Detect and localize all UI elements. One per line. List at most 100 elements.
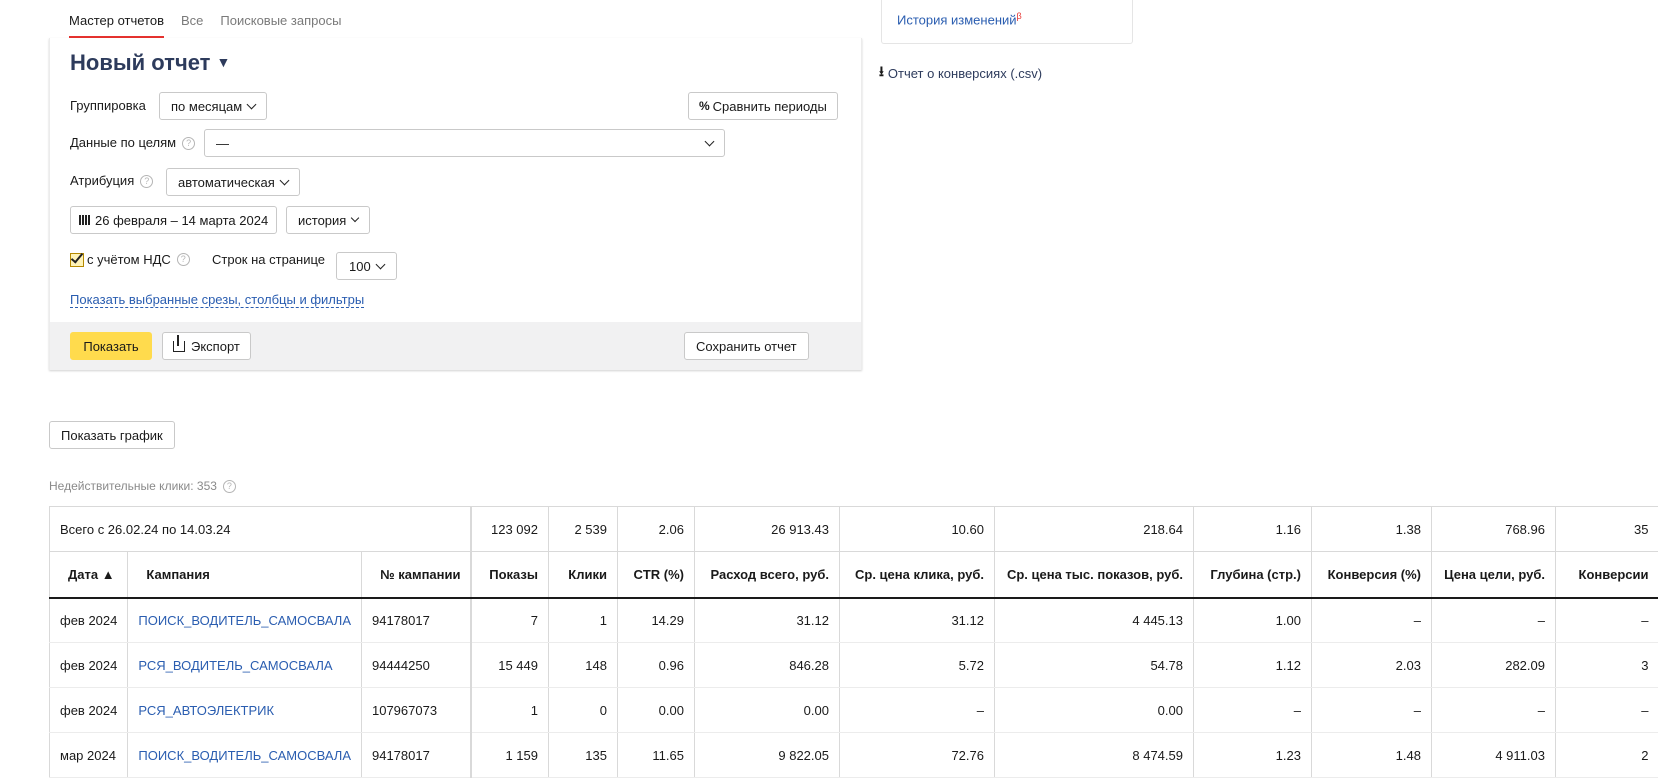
cell-impressions: 15 449 bbox=[470, 642, 549, 688]
col-depth[interactable]: Глубина (стр.) bbox=[1192, 551, 1312, 599]
cell-clicks: 135 bbox=[547, 732, 618, 778]
cell-date: мар 2024 bbox=[48, 732, 128, 778]
show-filters-link[interactable]: Показать выбранные срезы, столбцы и филь… bbox=[70, 292, 365, 308]
calendar-icon bbox=[79, 215, 91, 225]
cell-cpc: – bbox=[838, 687, 995, 733]
history-select[interactable]: история bbox=[286, 206, 371, 234]
cell-campaign-id: 107967073 bbox=[360, 687, 472, 733]
cell-impressions: 1 159 bbox=[470, 732, 549, 778]
grouping-label: Группировка bbox=[70, 98, 146, 113]
cell-impressions: 1 bbox=[470, 687, 549, 733]
cell-ctr: 11.65 bbox=[616, 732, 695, 778]
cell-conversion-rate: – bbox=[1310, 597, 1432, 643]
report-title[interactable]: Новый отчет ▼ bbox=[70, 50, 230, 76]
attribution-select[interactable]: автоматическая bbox=[166, 168, 300, 196]
campaign-link[interactable]: ПОИСК_ВОДИТЕЛЬ_САМОСВАЛА bbox=[127, 597, 362, 643]
cell-ctr: 0.96 bbox=[616, 642, 695, 688]
goals-select[interactable]: — bbox=[204, 129, 725, 157]
cell-cpm: 54.78 bbox=[993, 642, 1194, 688]
cell-depth: 1.23 bbox=[1192, 732, 1312, 778]
conversions-csv-link[interactable]: ⭳ Отчет о конверсиях (.csv) bbox=[879, 61, 1042, 85]
total-conversion-rate: 1.38 bbox=[1310, 506, 1432, 552]
cell-ctr: 14.29 bbox=[616, 597, 695, 643]
cell-spend: 846.28 bbox=[693, 642, 840, 688]
tab-search-queries[interactable]: Поисковые запросы bbox=[220, 13, 341, 37]
total-impressions: 123 092 bbox=[470, 506, 549, 552]
history-box: История измененийβ bbox=[881, 0, 1133, 44]
help-icon: ? bbox=[182, 137, 196, 150]
col-ctr[interactable]: CTR (%) bbox=[616, 551, 695, 599]
campaign-link[interactable]: ПОИСК_ВОДИТЕЛЬ_САМОСВАЛА bbox=[127, 732, 362, 778]
cell-cpc: 31.12 bbox=[838, 597, 995, 643]
cell-campaign-id: 94178017 bbox=[360, 597, 472, 643]
campaign-link[interactable]: РСЯ_АВТОЭЛЕКТРИК bbox=[127, 687, 362, 733]
history-link[interactable]: История измененийβ bbox=[897, 11, 1022, 27]
cell-spend: 0.00 bbox=[693, 687, 840, 733]
totals-label: Всего с 26.02.24 по 14.03.24 bbox=[49, 506, 472, 552]
help-icon: ? bbox=[176, 253, 190, 266]
cell-depth: 1.12 bbox=[1192, 642, 1312, 688]
help-icon: ? bbox=[140, 175, 154, 188]
col-conversions[interactable]: Конверсии bbox=[1554, 551, 1659, 599]
col-cpc[interactable]: Ср. цена клика, руб. bbox=[838, 551, 995, 599]
col-campaign[interactable]: Кампания bbox=[127, 551, 362, 599]
cell-clicks: 1 bbox=[547, 597, 618, 643]
cell-cpc: 72.76 bbox=[838, 732, 995, 778]
tab-report-master[interactable]: Мастер отчетов bbox=[69, 13, 164, 38]
attribution-label: Атрибуция? bbox=[70, 173, 154, 188]
chevron-down-icon bbox=[351, 213, 360, 223]
col-spend[interactable]: Расход всего, руб. bbox=[693, 551, 840, 599]
panel-footer: Показать Экспорт Сохранить отчет bbox=[50, 322, 861, 370]
cell-spend: 31.12 bbox=[693, 597, 840, 643]
grouping-select[interactable]: по месяцам bbox=[159, 92, 268, 120]
col-conversion-rate[interactable]: Конверсия (%) bbox=[1310, 551, 1432, 599]
campaign-link[interactable]: РСЯ_ВОДИТЕЛЬ_САМОСВАЛА bbox=[127, 642, 362, 688]
beta-badge: β bbox=[1016, 11, 1022, 21]
cell-goal-cost: 4 911.03 bbox=[1430, 732, 1556, 778]
total-conversions: 35 bbox=[1554, 506, 1659, 552]
col-campaign-id[interactable]: № кампании bbox=[360, 551, 472, 599]
table-row: фев 2024 ПОИСК_ВОДИТЕЛЬ_САМОСВАЛА 941780… bbox=[48, 597, 1659, 643]
total-goal-cost: 768.96 bbox=[1430, 506, 1556, 552]
total-ctr: 2.06 bbox=[616, 506, 695, 552]
date-range-picker[interactable]: 26 февраля – 14 марта 2024 bbox=[70, 206, 278, 234]
goals-label: Данные по целям? bbox=[70, 135, 196, 150]
cell-cpm: 8 474.59 bbox=[993, 732, 1194, 778]
cell-conversions: – bbox=[1554, 597, 1659, 643]
cell-campaign-id: 94444250 bbox=[360, 642, 472, 688]
cell-cpc: 5.72 bbox=[838, 642, 995, 688]
show-button[interactable]: Показать bbox=[70, 332, 152, 360]
vat-checkbox[interactable] bbox=[70, 249, 84, 267]
total-cpc: 10.60 bbox=[838, 506, 995, 552]
col-impressions[interactable]: Показы bbox=[470, 551, 549, 599]
cell-conversions: 2 bbox=[1554, 732, 1659, 778]
chevron-down-icon bbox=[279, 175, 290, 185]
cell-ctr: 0.00 bbox=[616, 687, 695, 733]
cell-conversion-rate: 1.48 bbox=[1310, 732, 1432, 778]
cell-campaign-id: 94178017 bbox=[360, 732, 472, 778]
cell-goal-cost: – bbox=[1430, 687, 1556, 733]
table-row: фев 2024 РСЯ_АВТОЭЛЕКТРИК 107967073 1 0 … bbox=[48, 687, 1659, 733]
cell-spend: 9 822.05 bbox=[693, 732, 840, 778]
col-goal-cost[interactable]: Цена цели, руб. bbox=[1430, 551, 1556, 599]
tab-all[interactable]: Все bbox=[181, 13, 203, 37]
vat-checkbox-row[interactable]: с учётом НДС? bbox=[70, 249, 190, 267]
export-button[interactable]: Экспорт bbox=[162, 332, 251, 360]
save-report-button[interactable]: Сохранить отчет bbox=[684, 332, 809, 360]
cell-impressions: 7 bbox=[470, 597, 549, 643]
totals-row: Всего с 26.02.24 по 14.03.24 123 092 2 5… bbox=[49, 506, 1659, 552]
checkmark-icon bbox=[70, 249, 84, 264]
rows-per-page-select[interactable]: 100 bbox=[336, 252, 397, 280]
cell-cpm: 0.00 bbox=[993, 687, 1194, 733]
col-cpm[interactable]: Ср. цена тыс. показов, руб. bbox=[993, 551, 1194, 599]
invalid-clicks: Недействительные клики: 353? bbox=[49, 479, 236, 493]
vat-label: с учётом НДС bbox=[87, 252, 171, 267]
table-row: фев 2024 РСЯ_ВОДИТЕЛЬ_САМОСВАЛА 94444250… bbox=[48, 642, 1659, 688]
download-icon: ⭳ bbox=[879, 63, 884, 79]
col-date[interactable]: Дата ▲ bbox=[48, 551, 128, 599]
show-chart-button[interactable]: Показать график bbox=[49, 421, 175, 449]
cell-conversion-rate: 2.03 bbox=[1310, 642, 1432, 688]
table-header: Дата ▲ Кампания № кампании Показы Клики … bbox=[48, 551, 1659, 599]
compare-periods-button[interactable]: % Сравнить периоды bbox=[688, 92, 838, 120]
col-clicks[interactable]: Клики bbox=[547, 551, 618, 599]
